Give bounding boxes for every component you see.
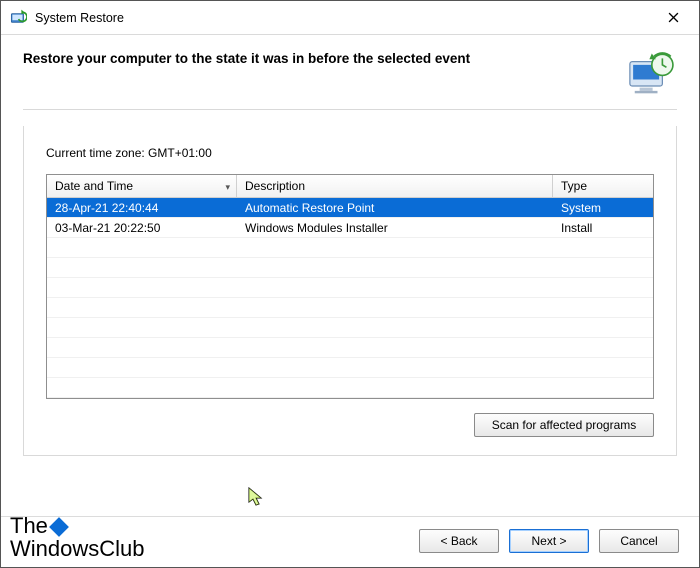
table-row-empty (47, 278, 653, 298)
cell-date: 28-Apr-21 22:40:44 (47, 201, 237, 215)
table-row-empty (47, 338, 653, 358)
table-row-empty (47, 358, 653, 378)
scan-affected-button[interactable]: Scan for affected programs (474, 413, 654, 437)
table-row[interactable]: 03-Mar-21 20:22:50Windows Modules Instal… (47, 218, 653, 238)
system-restore-window: System Restore Restore your computer to … (0, 0, 700, 568)
dialog-body: Restore your computer to the state it wa… (1, 35, 699, 516)
col-description[interactable]: Description (237, 175, 553, 197)
main-panel: Current time zone: GMT+01:00 Date and Ti… (23, 126, 677, 456)
close-button[interactable] (653, 4, 693, 32)
cell-type: Install (553, 221, 653, 235)
cell-desc: Windows Modules Installer (237, 221, 553, 235)
col-date-time[interactable]: Date and Time ▾ (47, 175, 237, 197)
timezone-label: Current time zone: GMT+01:00 (46, 146, 654, 160)
restore-points-table[interactable]: Date and Time ▾ Description Type 28-Apr-… (46, 174, 654, 399)
col-date-label: Date and Time (55, 179, 133, 193)
cell-date: 03-Mar-21 20:22:50 (47, 221, 237, 235)
table-row-empty (47, 258, 653, 278)
page-heading: Restore your computer to the state it wa… (23, 49, 609, 66)
back-button[interactable]: < Back (419, 529, 499, 553)
cell-desc: Automatic Restore Point (237, 201, 553, 215)
table-row-empty (47, 298, 653, 318)
table-row[interactable]: 28-Apr-21 22:40:44Automatic Restore Poin… (47, 198, 653, 218)
restore-point-icon (625, 49, 677, 97)
table-body: 28-Apr-21 22:40:44Automatic Restore Poin… (47, 198, 653, 398)
titlebar: System Restore (1, 1, 699, 35)
sort-indicator-icon: ▾ (225, 182, 230, 193)
table-header: Date and Time ▾ Description Type (47, 175, 653, 198)
table-row-empty (47, 238, 653, 258)
cancel-button[interactable]: Cancel (599, 529, 679, 553)
cell-type: System (553, 201, 653, 215)
table-row-empty (47, 318, 653, 338)
window-title: System Restore (35, 11, 653, 25)
next-button[interactable]: Next > (509, 529, 589, 553)
restore-app-icon (9, 9, 27, 27)
table-row-empty (47, 378, 653, 398)
dialog-footer: < Back Next > Cancel (1, 516, 699, 567)
col-type[interactable]: Type (553, 175, 653, 197)
